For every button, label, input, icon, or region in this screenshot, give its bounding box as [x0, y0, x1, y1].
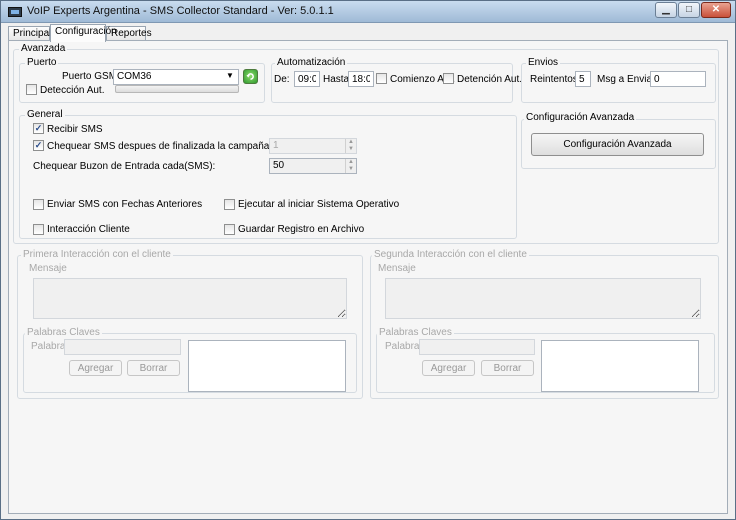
close-button[interactable]: ✕ [701, 2, 731, 18]
tab-configuracion[interactable]: Configuración [50, 24, 117, 42]
group-avanzada-title: Avanzada [19, 43, 68, 54]
detencion-aut-checkbox[interactable] [443, 73, 454, 84]
puerto-gsm-value: COM36 [117, 71, 152, 82]
ejecutar-inicio-checkbox[interactable] [224, 199, 235, 210]
primera-mensaje-textarea[interactable] [33, 278, 347, 319]
chequear-sms-value: 1 [273, 140, 279, 151]
group-puerto-title: Puerto [25, 57, 59, 68]
segunda-agregar-button[interactable]: Agregar [422, 360, 475, 376]
chequear-sms-spinner[interactable]: 1 ▲ ▼ [269, 138, 357, 154]
primera-borrar-button[interactable]: Borrar [127, 360, 180, 376]
app-icon [8, 7, 22, 17]
segunda-borrar-button[interactable]: Borrar [481, 360, 534, 376]
maximize-button[interactable]: □ [678, 2, 700, 18]
msg-a-enviar-input[interactable] [650, 71, 706, 87]
group-segunda-interaccion-title: Segunda Interacción con el cliente [372, 249, 529, 260]
spin-down-icon[interactable]: ▼ [345, 146, 356, 153]
segunda-mensaje-textarea[interactable] [385, 278, 701, 319]
app-window: VoIP Experts Argentina - SMS Collector S… [0, 0, 736, 520]
ejecutar-inicio-label: Ejecutar al iniciar Sistema Operativo [238, 199, 400, 210]
detencion-aut-label: Detención Aut. [457, 74, 523, 85]
chequear-sms-checkbox[interactable]: ✓ [33, 140, 44, 151]
reintentos-label: Reintentos: [530, 74, 581, 85]
group-envios-title: Envios [526, 57, 561, 68]
buzon-entrada-value: 50 [273, 160, 285, 171]
segunda-palabras-title: Palabras Claves [377, 327, 454, 338]
group-automatizacion-title: Automatización [275, 57, 348, 68]
puerto-gsm-label: Puerto GSM: [62, 71, 120, 82]
minimize-button[interactable]: ▁ [655, 2, 677, 18]
primera-palabras-title: Palabras Claves [25, 327, 102, 338]
msg-a-enviar-label: Msg a Enviar: [597, 74, 659, 85]
buzon-entrada-spinner[interactable]: 50 ▲ ▼ [269, 158, 357, 174]
guardar-registro-label: Guardar Registro en Archivo [238, 224, 365, 235]
recibir-sms-checkbox[interactable]: ✓ [33, 123, 44, 134]
comienzo-aut-checkbox[interactable] [376, 73, 387, 84]
tab-panel-configuracion: Avanzada Puerto Puerto GSM: COM36 ▼ Dete… [8, 40, 728, 514]
group-general-title: General [25, 109, 65, 120]
configuracion-avanzada-button[interactable]: Configuración Avanzada [531, 133, 704, 156]
deteccion-aut-label: Detección Aut. [40, 85, 105, 96]
segunda-palabra-label: Palabra [385, 341, 420, 352]
guardar-registro-checkbox[interactable] [224, 224, 235, 235]
fechas-anteriores-checkbox[interactable] [33, 199, 44, 210]
primera-palabra-input[interactable] [64, 339, 181, 355]
chevron-down-icon[interactable]: ▼ [222, 71, 238, 80]
interaccion-cliente-label: Interacción Cliente [47, 224, 130, 235]
reintentos-input[interactable] [575, 71, 591, 87]
tab-principal[interactable]: Principal [8, 26, 51, 41]
primera-palabra-label: Palabra [31, 341, 66, 352]
deteccion-aut-checkbox[interactable] [26, 84, 37, 95]
recibir-sms-label: Recibir SMS [47, 124, 103, 135]
group-primera-interaccion-title: Primera Interacción con el cliente [21, 249, 173, 260]
puerto-gsm-combobox[interactable]: COM36 ▼ [113, 69, 239, 85]
spin-up-icon[interactable]: ▲ [345, 139, 356, 146]
de-time-input[interactable] [294, 71, 320, 87]
spin-down-icon[interactable]: ▼ [345, 166, 356, 173]
segunda-palabras-list[interactable] [541, 340, 699, 392]
fechas-anteriores-label: Enviar SMS con Fechas Anteriores [47, 199, 203, 210]
interaccion-cliente-checkbox[interactable] [33, 224, 44, 235]
refresh-icon[interactable] [243, 69, 258, 84]
primera-agregar-button[interactable]: Agregar [69, 360, 122, 376]
segunda-mensaje-label: Mensaje [378, 263, 416, 274]
hasta-time-input[interactable] [348, 71, 374, 87]
primera-mensaje-label: Mensaje [29, 263, 67, 274]
title-bar[interactable]: VoIP Experts Argentina - SMS Collector S… [1, 1, 735, 23]
spin-up-icon[interactable]: ▲ [345, 159, 356, 166]
group-config-avanzada-title: Configuración Avanzada [524, 112, 637, 123]
buzon-entrada-label: Chequear Buzon de Entrada cada(SMS): [33, 161, 216, 172]
window-title: VoIP Experts Argentina - SMS Collector S… [27, 5, 334, 17]
primera-palabras-list[interactable] [188, 340, 346, 392]
port-progress-bar [115, 85, 239, 93]
de-label: De: [274, 74, 290, 85]
segunda-palabra-input[interactable] [419, 339, 535, 355]
